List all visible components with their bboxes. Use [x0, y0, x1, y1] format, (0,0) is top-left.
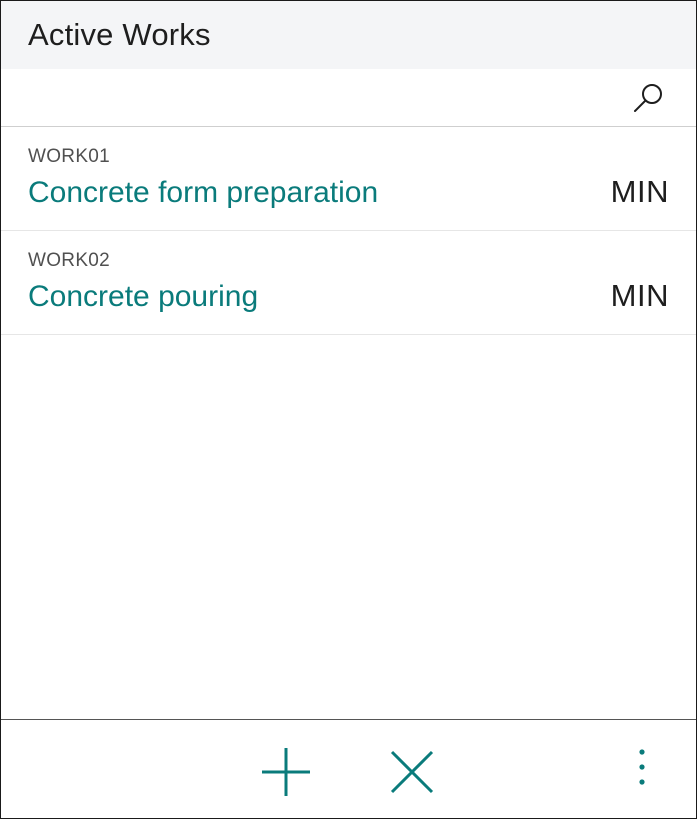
list-item[interactable]: WORK01 Concrete form preparation MIN [1, 127, 696, 231]
work-unit: MIN [610, 278, 669, 313]
work-unit: MIN [610, 174, 669, 209]
delete-button[interactable] [386, 746, 438, 798]
add-button[interactable] [260, 746, 312, 798]
list-item[interactable]: WORK02 Concrete pouring MIN [1, 231, 696, 335]
search-bar [1, 69, 696, 127]
more-options-button[interactable] [616, 746, 668, 798]
search-button[interactable] [630, 80, 666, 116]
work-code: WORK02 [28, 250, 111, 271]
action-bar [1, 719, 696, 818]
plus-icon [262, 748, 310, 796]
work-code: WORK01 [28, 146, 111, 167]
page-title: Active Works [28, 17, 211, 52]
active-works-panel: Active Works WORK01 Concrete form prepar… [0, 0, 697, 819]
works-list: WORK01 Concrete form preparation MIN WOR… [1, 127, 696, 335]
close-icon [390, 750, 434, 794]
page-header: Active Works [1, 1, 696, 69]
search-icon [634, 83, 662, 112]
more-vertical-icon [639, 749, 645, 785]
work-description-link[interactable]: Concrete pouring [28, 278, 258, 316]
work-description-link[interactable]: Concrete form preparation [28, 174, 378, 212]
